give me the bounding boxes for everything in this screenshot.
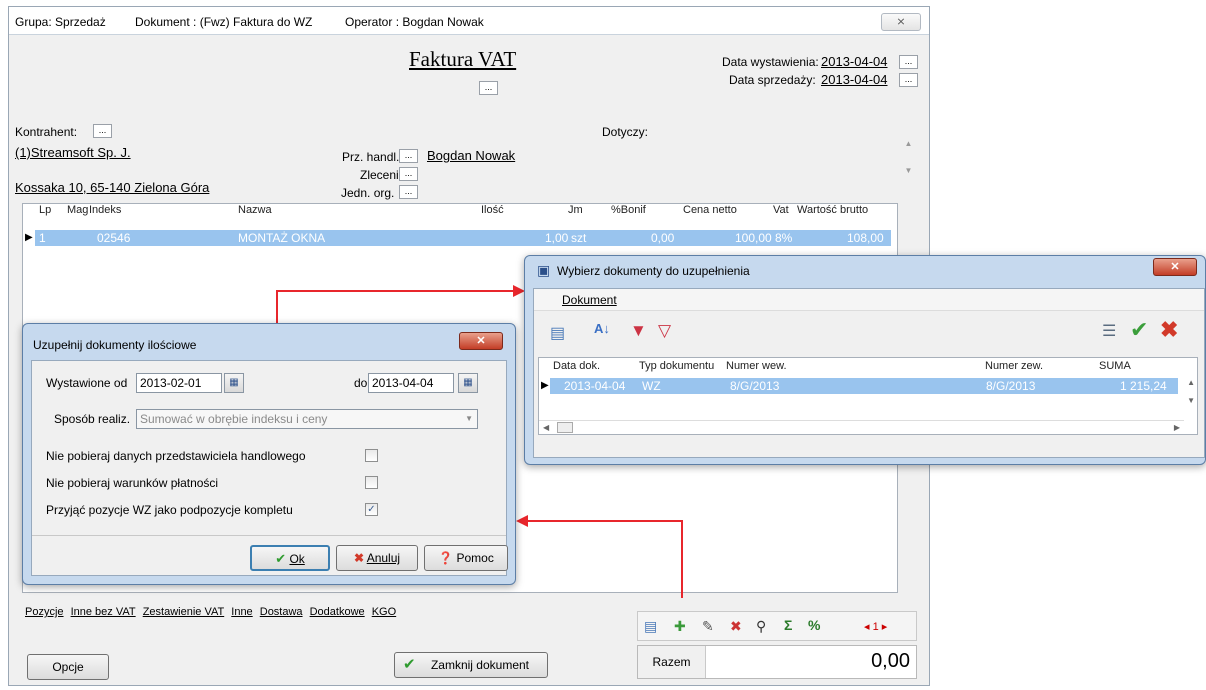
fill-dialog-body: Wystawione od 2013-02-01 ▦ do 2013-04-04…	[31, 360, 508, 576]
calendar-icon[interactable]: ▦	[224, 373, 244, 393]
cancel-icon[interactable]: ✖	[1160, 317, 1178, 343]
realization-label: Sposób realiz.	[54, 412, 131, 426]
opt-subitems-label: Przyjąć pozycje WZ jako podpozycje kompl…	[46, 503, 293, 517]
to-label: do	[354, 376, 368, 390]
row-pointer-icon: ▶	[541, 380, 549, 391]
issued-from-input[interactable]: 2013-02-01	[136, 373, 222, 393]
col-typ[interactable]: Typ dokumentu	[639, 360, 714, 372]
cancel-button[interactable]: ✖ Anuluj	[336, 545, 418, 571]
horizontal-scrollbar[interactable]: ◀ ▶	[539, 420, 1184, 434]
table-row[interactable]: 2013-04-04 WZ 8/G/2013 8/G/2013 1 215,24	[550, 378, 1178, 394]
opt-no-rep-checkbox[interactable]	[365, 449, 378, 462]
realization-select[interactable]: Sumować w obrębie indeksu i ceny ▼	[136, 409, 478, 429]
opt-no-payment-label: Nie pobieraj warunków płatności	[46, 476, 219, 490]
col-numer-wew[interactable]: Numer wew.	[726, 360, 787, 372]
confirm-icon[interactable]: ✔	[1130, 317, 1148, 343]
issued-from-label: Wystawione od	[46, 376, 128, 390]
divider	[32, 535, 506, 536]
opt-no-rep-label: Nie pobieraj danych przedstawiciela hand…	[46, 449, 306, 463]
fill-documents-dialog: Uzupełnij dokumenty ilościowe ✕ Wystawio…	[22, 323, 516, 585]
col-suma[interactable]: SUMA	[1099, 360, 1131, 372]
cancel-icon: ✖	[353, 551, 365, 565]
issued-to-input[interactable]: 2013-04-04	[368, 373, 454, 393]
checkmark-icon: ✔	[275, 551, 287, 566]
preview-icon[interactable]: ▤	[550, 323, 565, 343]
clear-filter-icon[interactable]: ▽	[658, 321, 671, 341]
col-numer-zew[interactable]: Numer zew.	[985, 360, 1043, 372]
select-documents-dialog: ▣ Wybierz dokumenty do uzupełnienia ✕ Do…	[524, 255, 1206, 465]
filter-icon[interactable]: ▼	[630, 321, 647, 341]
calendar-icon[interactable]: ▦	[458, 373, 478, 393]
select-toolbar: ▤ A↓ ▼ ▽ ☰ ✔ ✖	[534, 313, 1204, 353]
fill-dialog-title: Uzupełnij dokumenty ilościowe	[33, 338, 197, 352]
menu-bar: Dokument	[534, 289, 1204, 311]
select-dialog-title: Wybierz dokumenty do uzupełnienia	[557, 264, 750, 278]
col-data-dok[interactable]: Data dok.	[553, 360, 600, 372]
opt-no-payment-checkbox[interactable]	[365, 476, 378, 489]
select-dialog-body: Dokument ▤ A↓ ▼ ▽ ☰ ✔ ✖ Data dok. Typ do…	[533, 288, 1205, 458]
menu-dokument[interactable]: Dokument	[562, 293, 617, 307]
chevron-down-icon: ▼	[465, 414, 473, 423]
sort-az-icon[interactable]: A↓	[594, 321, 610, 336]
documents-grid: Data dok. Typ dokumentu Numer wew. Numer…	[538, 357, 1198, 435]
help-button[interactable]: ❓ Pomoc	[424, 545, 508, 571]
vertical-scrollbar[interactable]: ▲ ▼	[1187, 378, 1195, 405]
ok-button[interactable]: ✔ Ok	[250, 545, 330, 571]
select-dialog-close-button[interactable]: ✕	[1153, 258, 1197, 276]
dialog-app-icon: ▣	[537, 262, 551, 278]
opt-subitems-checkbox[interactable]: ✓	[365, 503, 378, 516]
columns-icon[interactable]: ☰	[1102, 321, 1116, 341]
help-icon: ❓	[438, 551, 454, 565]
fill-dialog-close-button[interactable]: ✕	[459, 332, 503, 350]
